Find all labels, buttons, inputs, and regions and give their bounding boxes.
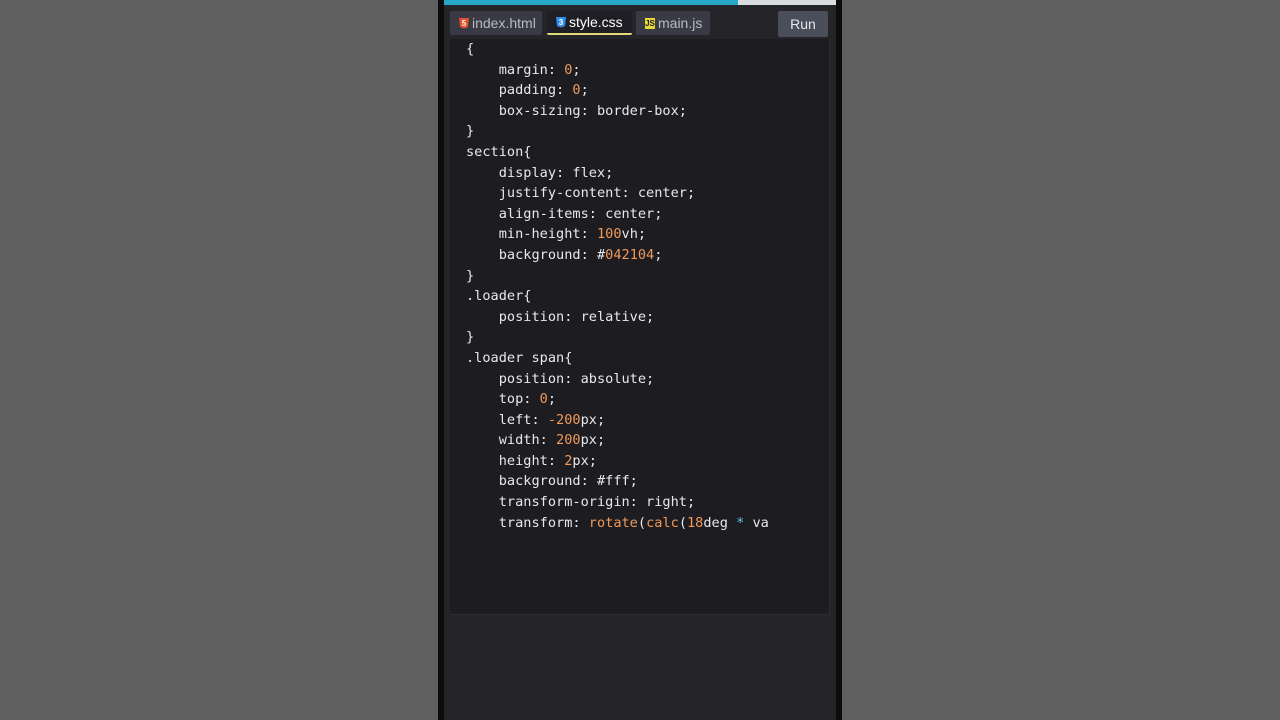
css3-icon: 3 [556, 16, 566, 28]
code-token: height: [466, 452, 565, 469]
tab-main-js[interactable]: JS main.js [636, 11, 710, 35]
code-line: display: flex; [466, 163, 769, 184]
code-line: box-sizing: border-box; [466, 101, 769, 122]
code-line: min-height: 100vh; [466, 224, 769, 245]
code-token: calc [646, 514, 679, 531]
code-token: margin: [466, 61, 565, 78]
code-line: top: 0; [466, 389, 769, 410]
code-line: left: -200px; [466, 410, 769, 431]
editor-screen: 5 index.html 3 style.css JS main.js Run … [444, 0, 836, 720]
code-line: align-items: center; [466, 204, 769, 225]
code-line: .loader span{ [466, 348, 769, 369]
code-token: px; [580, 411, 606, 428]
code-token: 042104 [605, 246, 655, 263]
code-token: background: # [466, 246, 606, 263]
code-token: rotate [588, 514, 638, 531]
background-left [0, 0, 438, 720]
tab-bar: 5 index.html 3 style.css JS main.js Run [444, 5, 836, 39]
code-token: 18 [687, 514, 704, 531]
code-token: position: relative; [466, 308, 655, 325]
code-token: deg [703, 514, 737, 531]
code-token: } [466, 329, 475, 346]
code-token: min-height: [466, 226, 597, 243]
code-token: width: [466, 432, 557, 449]
code-token: display: flex; [466, 164, 614, 181]
tab-label: index.html [472, 15, 536, 31]
code-token: ( [637, 514, 647, 531]
code-token: 0 [572, 82, 581, 99]
code-editor[interactable]: { margin: 0; padding: 0; box-sizing: bor… [450, 39, 830, 615]
code-line: width: 200px; [466, 430, 769, 451]
code-line: { [466, 39, 769, 60]
code-token: justify-content: center; [466, 185, 696, 202]
code-token: ; [547, 391, 557, 408]
code-token: .loader{ [466, 288, 532, 305]
code-line: .loader{ [466, 286, 769, 307]
code-line: position: relative; [466, 307, 769, 328]
code-token: 100 [596, 226, 622, 243]
code-token: px; [580, 432, 606, 449]
code-token: .loader span{ [466, 349, 573, 366]
code-line: position: absolute; [466, 369, 769, 390]
code-line: margin: 0; [466, 60, 769, 81]
tab-index-html[interactable]: 5 index.html [450, 11, 542, 35]
tab-label: main.js [658, 15, 703, 31]
code-token: top: [466, 391, 540, 408]
code-token: vh; [621, 226, 647, 243]
code-token: box-sizing: border-box; [466, 102, 687, 119]
code-token: position: absolute; [466, 370, 655, 387]
code-line: height: 2px; [466, 451, 769, 472]
code-token: -200 [547, 411, 581, 428]
code-token: 0 [539, 391, 548, 408]
code-token: } [466, 123, 475, 140]
code-line: background: #042104; [466, 245, 769, 266]
code-token: transform-origin: right; [466, 494, 696, 511]
code-token: section{ [466, 143, 532, 160]
code-token: transform: [466, 514, 589, 531]
html5-icon: 5 [459, 17, 469, 29]
code-token: background: #fff; [466, 473, 638, 490]
code-line: section{ [466, 142, 769, 163]
code-token: va [744, 514, 769, 531]
code-line: } [466, 266, 769, 287]
code-token: padding: [466, 82, 573, 99]
code-line: justify-content: center; [466, 183, 769, 204]
code-token: } [466, 267, 475, 284]
code-token: left: [466, 411, 548, 428]
code-token: { [466, 41, 475, 57]
code-token: ; [572, 61, 581, 78]
code-line: transform: rotate(calc(18deg * va [466, 513, 769, 534]
code-token: px; [572, 452, 597, 469]
code-line: transform-origin: right; [466, 492, 769, 513]
run-button[interactable]: Run [778, 11, 828, 37]
code-token: align-items: center; [466, 205, 663, 222]
code-line: padding: 0; [466, 80, 769, 101]
code-token: 200 [556, 432, 581, 449]
code-token: ( [678, 514, 687, 531]
code-token: ; [580, 82, 589, 99]
code-line: } [466, 121, 769, 142]
code-content[interactable]: { margin: 0; padding: 0; box-sizing: bor… [466, 39, 769, 533]
code-line: background: #fff; [466, 471, 769, 492]
code-token: ; [654, 246, 663, 263]
js-icon: JS [645, 17, 655, 29]
code-line: } [466, 327, 769, 348]
tab-label: style.css [569, 14, 623, 30]
background-right [842, 0, 1280, 720]
tab-style-css[interactable]: 3 style.css [547, 11, 632, 35]
